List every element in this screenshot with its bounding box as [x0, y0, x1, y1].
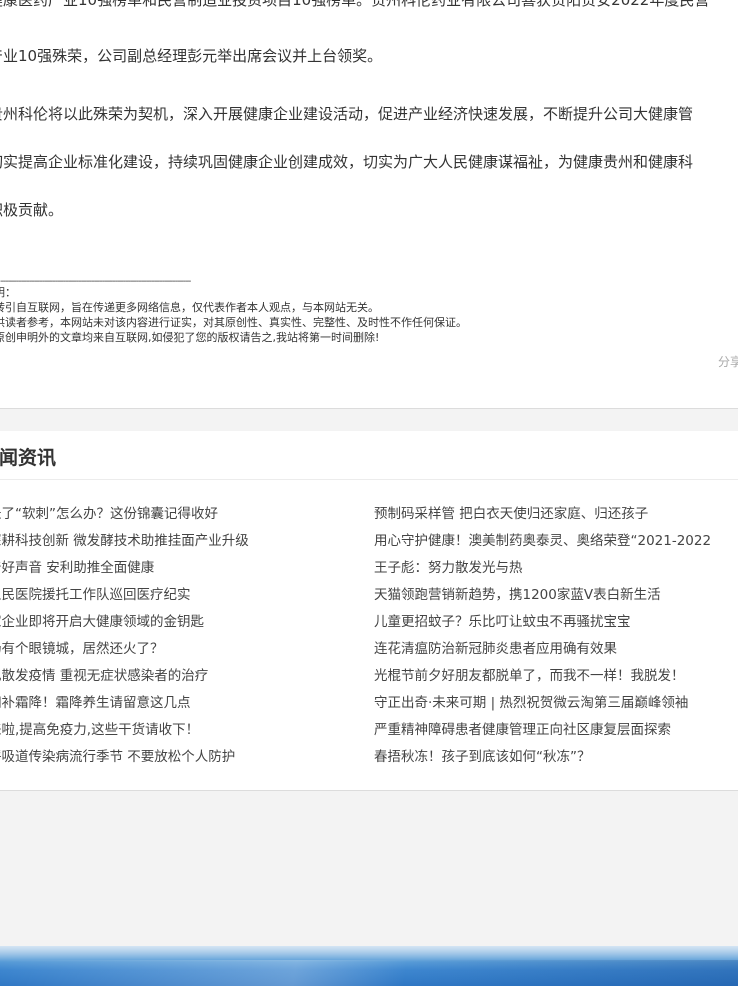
article-body: 健康医药产业10强榜单和民营制造业投资项目10强榜单。贵州科伦药业有限公司喜获贵… [0, 0, 738, 408]
taskbar-wave [0, 960, 738, 986]
news-section-title: 新闻资讯 [0, 447, 57, 469]
news-link[interactable]: 家企业即将开启大健康领域的金钥匙 [0, 612, 249, 639]
news-divider [0, 479, 738, 480]
news-link[interactable]: 长了“软刺”怎么办？这份锦囊记得收好 [0, 504, 249, 531]
news-link[interactable]: 王子彪：努力散发光与热 [374, 558, 711, 585]
disclaimer-line: 供读者参考，本网站未对该内容进行证实，对其原创性、真实性、完整性、及时性不作任何… [0, 316, 467, 329]
news-link[interactable]: 如补霜降！霜降养生请留意这几点 [0, 693, 249, 720]
article-paragraph: 健康医药产业10强榜单和民营制造业投资项目10强榜单。贵州科伦药业有限公司喜获贵… [0, 0, 710, 9]
separator-line: ----------------------------------------… [0, 276, 191, 287]
news-list-left: 长了“软刺”怎么办？这份锦囊记得收好 深耕科技创新 微发酵技术助推挂面产业升级 … [0, 504, 249, 774]
news-link[interactable]: 人民医院援托工作队巡回医疗纪实 [0, 585, 249, 612]
news-link[interactable]: 呼吸道传染病流行季节 不要放松个人防护 [0, 747, 249, 774]
article-paragraph: 产业10强殊荣，公司副总经理彭元举出席会议并上台领奖。 [0, 47, 383, 65]
news-link[interactable]: 守正出奇·未来可期 | 热烈祝贺微云淘第三届巅峰领袖 [374, 693, 711, 720]
section-gap [0, 408, 738, 432]
news-link[interactable]: 光棍节前夕好朋友都脱单了，而我不一样！我脱发！ [374, 666, 711, 693]
news-link[interactable]: 儿童更招蚊子？乐比叮让蚊虫不再骚扰宝宝 [374, 612, 711, 639]
news-link[interactable]: 深耕科技创新 微发酵技术助推挂面产业升级 [0, 531, 249, 558]
desktop-taskbar [0, 946, 738, 986]
news-link[interactable]: 严重精神障碍患者健康管理正向社区康复层面探索 [374, 720, 711, 747]
news-link[interactable]: 现散发疫情 重视无症状感染者的治疗 [0, 666, 249, 693]
news-link[interactable]: 场有个眼镜城，居然还火了？ [0, 639, 249, 666]
footer-area [0, 791, 738, 946]
disclaimer-line: 转引自互联网，旨在传递更多网络信息，仅代表作者本人观点，与本网站无关。 [0, 301, 379, 314]
news-link[interactable]: 天猫领跑营销新趋势，携1200家蓝V表白新生活 [374, 585, 711, 612]
article-paragraph: 贵州科伦将以此殊荣为契机，深入开展健康企业建设活动，促进产业经济快速发展，不断提… [0, 105, 694, 123]
disclaimer-line: 原创申明外的文章均来自互联网,如侵犯了您的版权请告之,我站将第一时间删除! [0, 331, 380, 344]
news-link[interactable]: 用心守护健康！澳美制药奥泰灵、奥络荣登“2021-2022 [374, 531, 711, 558]
news-link[interactable]: 普好声音 安利助推全面健康 [0, 558, 249, 585]
disclaimer-heading: 明： [0, 286, 16, 299]
news-link[interactable]: 来啦,提高免疫力,这些干货请收下！ [0, 720, 249, 747]
article-paragraph: 积极贡献。 [0, 201, 64, 219]
share-link[interactable]: 分享 [718, 353, 738, 370]
news-link[interactable]: 连花清瘟防治新冠肺炎患者应用确有效果 [374, 639, 711, 666]
article-paragraph: 切实提高企业标准化建设，持续巩固健康企业创建成效，切实为广大人民健康谋福祉，为健… [0, 153, 694, 171]
news-list-right: 预制码采样管 把白衣天使归还家庭、归还孩子 用心守护健康！澳美制药奥泰灵、奥络荣… [374, 504, 711, 774]
news-link[interactable]: 春捂秋冻！孩子到底该如何“秋冻”？ [374, 747, 711, 774]
news-section: 新闻资讯 长了“软刺”怎么办？这份锦囊记得收好 深耕科技创新 微发酵技术助推挂面… [0, 431, 738, 791]
news-link[interactable]: 预制码采样管 把白衣天使归还家庭、归还孩子 [374, 504, 711, 531]
